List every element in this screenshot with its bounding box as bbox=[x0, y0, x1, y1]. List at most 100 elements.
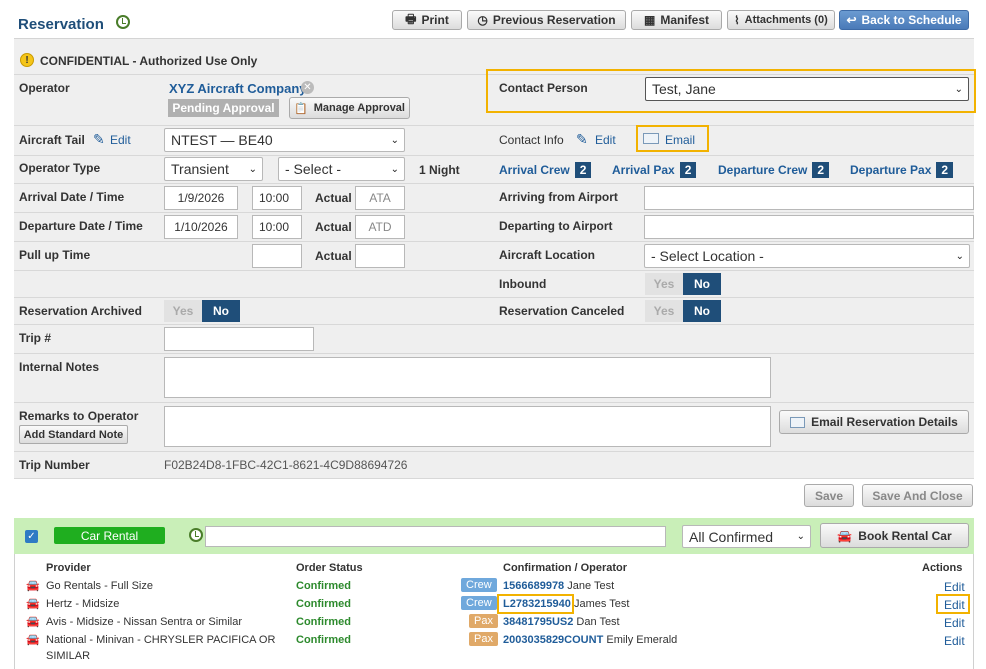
confirmation-highlight bbox=[497, 594, 574, 614]
col-status: Order Status bbox=[296, 562, 363, 574]
table-row-confirmation: 2003035829COUNT Emily Emerald bbox=[503, 634, 678, 646]
remarks-textarea[interactable] bbox=[164, 406, 771, 447]
save-and-close-button[interactable]: Save And Close bbox=[862, 484, 973, 507]
departure-pax-link[interactable]: Departure Pax 2 bbox=[850, 162, 954, 178]
internal-notes-label: Internal Notes bbox=[19, 360, 100, 374]
table-row-status: Confirmed bbox=[296, 616, 351, 628]
trip-label: Trip # bbox=[19, 331, 52, 345]
clock-add-icon[interactable] bbox=[116, 15, 130, 29]
history-icon: ◷ bbox=[477, 13, 488, 27]
departure-crew-link[interactable]: Departure Crew 2 bbox=[718, 162, 830, 178]
table-row-confirmation: 38481795US2 Dan Test bbox=[503, 616, 620, 628]
email-highlight bbox=[636, 125, 709, 152]
arrival-pax-link[interactable]: Arrival Pax 2 bbox=[612, 162, 697, 178]
operator-subtype-select[interactable]: - Select - ⌄ bbox=[278, 157, 405, 181]
add-standard-note-button[interactable]: Add Standard Note bbox=[19, 425, 128, 444]
arrival-date-input[interactable]: 1/9/2026 bbox=[164, 186, 238, 210]
departure-time-input[interactable]: 10:00 bbox=[252, 215, 302, 239]
arriving-from-input[interactable] bbox=[644, 186, 974, 210]
trip-number-label: Trip Number bbox=[19, 458, 90, 472]
canceled-label: Reservation Canceled bbox=[499, 304, 625, 318]
inbound-toggle[interactable]: Yes No bbox=[645, 273, 721, 295]
internal-notes-textarea[interactable] bbox=[164, 357, 771, 398]
operator-link[interactable]: XYZ Aircraft Company bbox=[169, 81, 307, 96]
paperclip-icon: ⌇ bbox=[734, 14, 740, 27]
attachments-button[interactable]: ⌇ Attachments (0) bbox=[727, 10, 835, 30]
table-row-provider: Go Rentals - Full Size bbox=[46, 580, 153, 592]
table-row-provider: Hertz - Midsize bbox=[46, 598, 120, 610]
crew-tag: Crew bbox=[461, 596, 497, 610]
pending-approval-badge: Pending Approval bbox=[168, 99, 279, 117]
departure-actual-input[interactable]: ATD bbox=[355, 215, 405, 239]
aircraft-tail-edit-link[interactable]: Edit bbox=[110, 133, 131, 147]
arrival-time-input[interactable]: 10:00 bbox=[252, 186, 302, 210]
save-button[interactable]: Save bbox=[804, 484, 854, 507]
departure-date-input[interactable]: 1/10/2026 bbox=[164, 215, 238, 239]
car-rental-title: Car Rental bbox=[54, 527, 165, 544]
arrival-actual-input[interactable]: ATA bbox=[355, 186, 405, 210]
table-row-status: Confirmed bbox=[296, 634, 351, 646]
back-to-schedule-button[interactable]: ↩ Back to Schedule bbox=[839, 10, 969, 30]
trip-number-value: F02B24D8-1FBC-42C1-8621-4C9D88694726 bbox=[164, 458, 408, 472]
table-row-provider-cont: SIMILAR bbox=[46, 650, 91, 662]
col-provider: Provider bbox=[46, 562, 91, 574]
departing-to-label: Departing to Airport bbox=[499, 219, 613, 233]
archived-toggle[interactable]: Yes No bbox=[164, 300, 240, 322]
print-button[interactable]: 🖶 Print bbox=[392, 10, 462, 30]
manifest-icon: ▦ bbox=[643, 13, 656, 27]
trip-input[interactable] bbox=[164, 327, 314, 351]
operator-type-label: Operator Type bbox=[19, 161, 101, 175]
departure-label: Departure Date / Time bbox=[19, 219, 143, 233]
nights-count: 1 Night bbox=[419, 163, 460, 177]
car-rental-checkbox[interactable]: ✓ bbox=[25, 530, 38, 543]
table-row-status: Confirmed bbox=[296, 580, 351, 592]
pax-tag: Pax bbox=[469, 632, 498, 646]
chevron-down-icon: ⌄ bbox=[796, 531, 805, 542]
warning-icon: ! bbox=[20, 53, 34, 67]
operator-type-select[interactable]: Transient ⌄ bbox=[164, 157, 263, 181]
email-reservation-details-button[interactable]: Email Reservation Details bbox=[779, 410, 969, 434]
aircraft-tail-select[interactable]: NTEST — BE40 ⌄ bbox=[164, 128, 405, 152]
col-confirmation: Confirmation / Operator bbox=[503, 562, 628, 574]
car-icon: 🚘 bbox=[26, 634, 40, 646]
aircraft-location-label: Aircraft Location bbox=[499, 248, 596, 262]
edit-rental-link[interactable]: Edit bbox=[944, 634, 965, 648]
arrival-actual-label: Actual bbox=[315, 191, 352, 205]
contact-person-highlight bbox=[486, 69, 976, 113]
edit-icon[interactable]: ✎ bbox=[93, 131, 105, 148]
contact-info-edit-link[interactable]: Edit bbox=[595, 133, 616, 147]
confidential-notice: CONFIDENTIAL - Authorized Use Only bbox=[40, 54, 258, 68]
manifest-button[interactable]: ▦ Manifest bbox=[631, 10, 722, 30]
table-row-confirmation: 1566689978 Jane Test bbox=[503, 580, 615, 592]
car-icon: 🚘 bbox=[837, 528, 853, 543]
operator-label: Operator bbox=[19, 81, 70, 95]
remove-operator-icon[interactable]: ✕ bbox=[301, 81, 314, 94]
edit-rental-link[interactable]: Edit bbox=[944, 616, 965, 630]
page-title: Reservation bbox=[18, 16, 104, 33]
aircraft-tail-label: Aircraft Tail bbox=[19, 133, 85, 147]
table-row-provider: Avis - Midsize - Nissan Sentra or Simila… bbox=[46, 616, 243, 628]
canceled-toggle[interactable]: Yes No bbox=[645, 300, 721, 322]
previous-reservation-button[interactable]: ◷ Previous Reservation bbox=[467, 10, 626, 30]
car-icon: 🚘 bbox=[26, 598, 40, 610]
aircraft-location-select[interactable]: - Select Location - ⌄ bbox=[644, 244, 970, 268]
table-row-status: Confirmed bbox=[296, 598, 351, 610]
arrival-crew-link[interactable]: Arrival Crew 2 bbox=[499, 162, 592, 178]
crew-tag: Crew bbox=[461, 578, 497, 592]
edit-rental-link[interactable]: Edit bbox=[944, 580, 965, 594]
chevron-down-icon: ⌄ bbox=[390, 134, 399, 146]
chevron-down-icon: ⌄ bbox=[955, 250, 964, 262]
pullup-label: Pull up Time bbox=[19, 248, 91, 262]
book-rental-car-button[interactable]: 🚘 Book Rental Car bbox=[820, 523, 969, 548]
car-rental-notes-input[interactable] bbox=[205, 526, 666, 547]
departing-to-input[interactable] bbox=[644, 215, 974, 239]
table-row-provider: National - Minivan - CHRYSLER PACIFICA O… bbox=[46, 634, 276, 646]
archived-label: Reservation Archived bbox=[19, 304, 142, 318]
pullup-actual-input[interactable] bbox=[355, 244, 405, 268]
car-rental-filter-select[interactable]: All Confirmed ⌄ bbox=[682, 525, 811, 548]
manage-approval-button[interactable]: 📋 Manage Approval bbox=[289, 97, 410, 119]
edit-icon[interactable]: ✎ bbox=[576, 131, 588, 148]
pullup-time-input[interactable] bbox=[252, 244, 302, 268]
car-icon: 🚘 bbox=[26, 580, 40, 592]
car-icon: 🚘 bbox=[26, 616, 40, 628]
